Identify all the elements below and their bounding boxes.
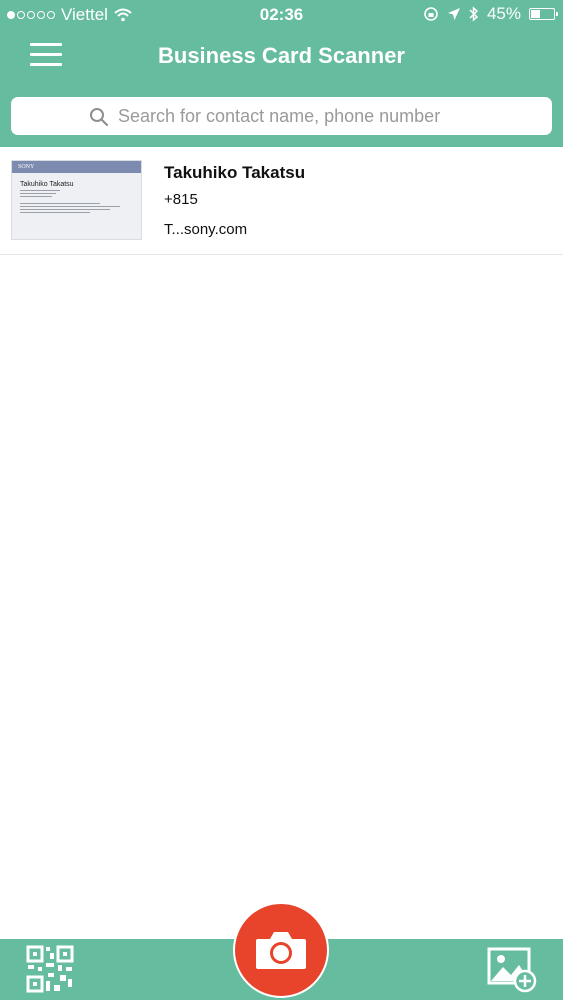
card-text-line: [20, 196, 52, 197]
contact-name: Takuhiko Takatsu: [164, 163, 306, 182]
card-text-line: [20, 203, 100, 204]
business-card-thumbnail: SONY Takuhiko Takatsu: [11, 160, 142, 240]
card-text-line: [20, 193, 56, 194]
add-image-icon[interactable]: [487, 945, 537, 993]
list-item[interactable]: SONY Takuhiko Takatsu Takuhiko Takatsu +…: [0, 147, 563, 255]
search-icon: [90, 108, 109, 127]
bluetooth-icon: [469, 6, 479, 22]
card-text-line: [20, 209, 110, 210]
camera-button[interactable]: [233, 902, 329, 998]
card-name: Takuhiko Takatsu: [20, 181, 74, 188]
status-icons: 45%: [423, 4, 558, 24]
status-bar: Viettel 02:36 45%: [0, 0, 563, 30]
battery-percent: 45%: [486, 4, 521, 23]
app-header: Viettel 02:36 45% Business Card Scanner …: [0, 0, 563, 147]
location-arrow-icon: [447, 8, 460, 20]
search-bar[interactable]: [11, 97, 552, 135]
card-brand: SONY: [12, 161, 141, 173]
card-text-line: [20, 206, 120, 207]
contact-email: T...sony.com: [164, 221, 248, 238]
rotation-lock-icon: [424, 7, 438, 21]
contact-phone: +815: [164, 191, 198, 208]
page-title: Business Card Scanner: [158, 43, 405, 68]
card-text-line: [20, 190, 60, 191]
camera-icon: [256, 932, 306, 969]
battery-icon: [529, 8, 558, 20]
search-input[interactable]: [87, 104, 540, 128]
contact-list: SONY Takuhiko Takatsu Takuhiko Takatsu +…: [0, 147, 563, 255]
card-text-line: [20, 212, 90, 213]
qr-code-icon[interactable]: [26, 945, 74, 993]
